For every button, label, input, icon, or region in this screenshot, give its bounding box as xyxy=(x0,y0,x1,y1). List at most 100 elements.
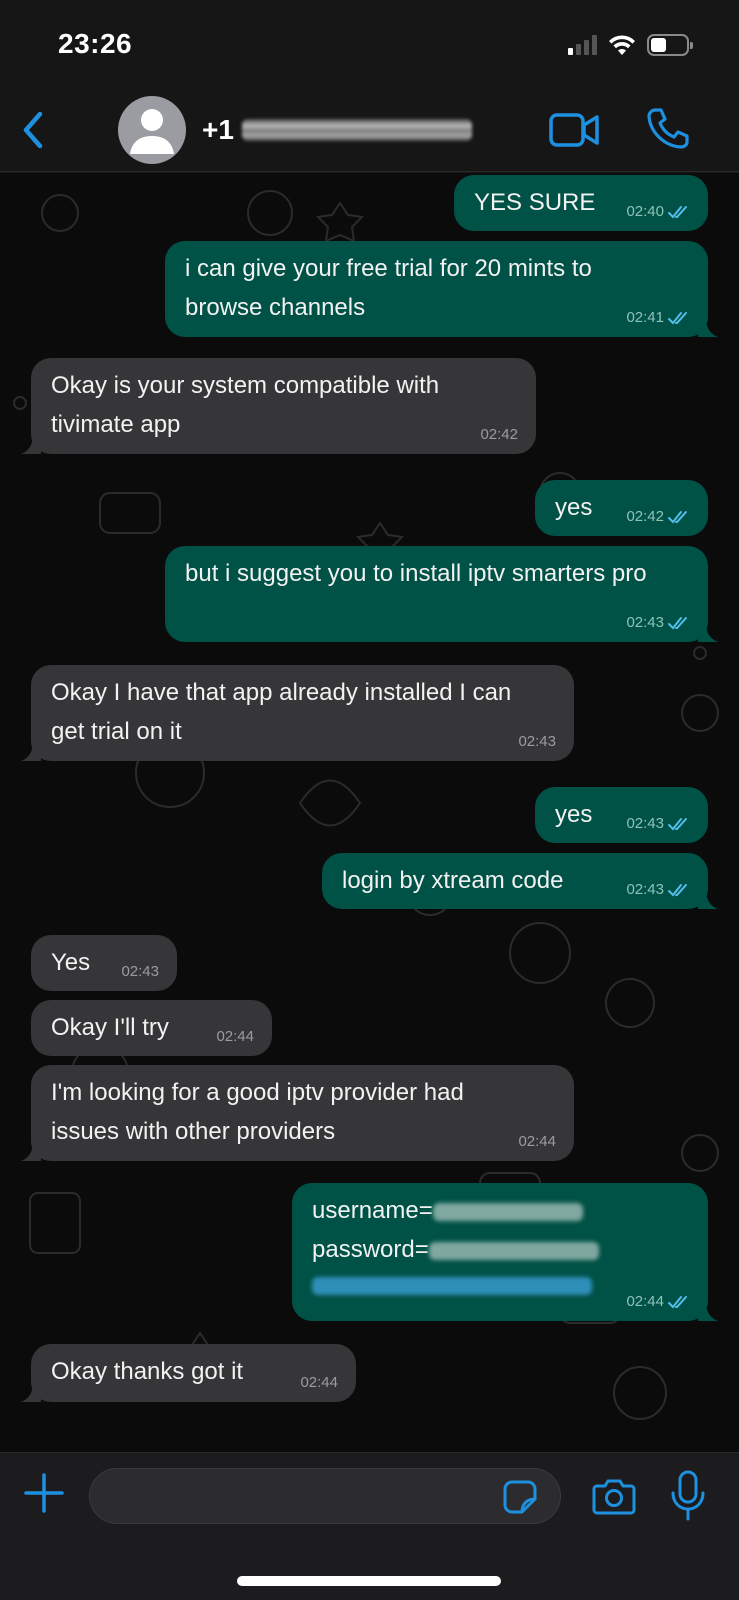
message-text: but i suggest you to install iptv smarte… xyxy=(185,560,647,587)
read-receipt-icon xyxy=(668,206,687,219)
message-meta: 02:43 xyxy=(626,881,690,899)
sticker-icon xyxy=(503,1480,537,1514)
message-text: Okay is your system compatible with tivi… xyxy=(51,372,440,438)
message-time: 02:43 xyxy=(626,881,664,898)
phone-icon xyxy=(647,108,689,149)
message-time: 02:40 xyxy=(626,203,664,220)
message-text: username= xyxy=(312,1197,433,1224)
microphone-icon xyxy=(671,1470,705,1521)
message-meta: 02:43 xyxy=(121,963,159,981)
message-bubble-outgoing[interactable]: yes 02:43 xyxy=(535,787,708,843)
message-meta: 02:44 xyxy=(626,1293,690,1311)
message-text: login by xtream code xyxy=(342,867,564,894)
bubble-tail xyxy=(21,434,41,454)
message-bubble-incoming[interactable]: Yes 02:43 xyxy=(31,935,177,991)
message-text: password= xyxy=(312,1236,429,1263)
message-time: 02:43 xyxy=(626,815,664,832)
signal-icon xyxy=(568,35,597,55)
camera-icon xyxy=(592,1479,636,1515)
message-meta: 02:44 xyxy=(300,1374,338,1392)
redacted-url xyxy=(312,1277,592,1295)
attach-button[interactable] xyxy=(22,1471,66,1515)
message-meta: 02:44 xyxy=(216,1028,254,1046)
message-bubble-incoming[interactable]: Okay thanks got it 02:44 xyxy=(21,1344,356,1402)
message-bubble-outgoing[interactable]: i can give your free trial for 20 mints … xyxy=(165,241,718,337)
status-bar: 23:26 xyxy=(0,0,739,92)
message-time: 02:44 xyxy=(518,1133,556,1150)
message-bubble-outgoing[interactable]: yes 02:42 xyxy=(535,480,708,536)
bubble-tail xyxy=(698,889,718,909)
chat-header: +1 xyxy=(0,92,739,172)
status-time: 23:26 xyxy=(58,28,133,59)
message-time: 02:44 xyxy=(300,1374,338,1391)
status-icons xyxy=(568,34,693,56)
message-time: 02:44 xyxy=(626,1293,664,1310)
message-text: yes xyxy=(555,494,593,521)
message-bubble-incoming[interactable]: Okay I have that app already installed I… xyxy=(21,665,574,761)
message-time: 02:43 xyxy=(626,614,664,631)
chevron-left-icon xyxy=(23,111,43,149)
sticker-button[interactable] xyxy=(502,1479,538,1515)
message-time: 02:42 xyxy=(626,508,664,525)
message-time: 02:43 xyxy=(121,963,159,980)
message-time: 02:41 xyxy=(626,309,664,326)
redacted-phone-number xyxy=(241,119,472,141)
video-call-button[interactable] xyxy=(548,110,602,150)
video-camera-icon xyxy=(549,113,599,147)
message-list[interactable]: YES SURE 02:40 i can give your free tria… xyxy=(0,173,739,1452)
message-time: 02:42 xyxy=(480,426,518,443)
message-text: YES SURE xyxy=(474,189,596,216)
message-bubble-outgoing[interactable]: login by xtream code 02:43 xyxy=(322,853,718,909)
message-text: I'm looking for a good iptv provider had… xyxy=(51,1079,464,1145)
message-bubble-incoming[interactable]: Okay is your system compatible with tivi… xyxy=(21,358,536,454)
message-bubble-outgoing[interactable]: but i suggest you to install iptv smarte… xyxy=(165,546,718,642)
message-text: yes xyxy=(555,801,593,828)
avatar[interactable] xyxy=(118,96,186,164)
message-text: Okay I'll try xyxy=(51,1014,169,1041)
home-indicator[interactable] xyxy=(237,1576,501,1586)
back-button[interactable] xyxy=(14,108,50,152)
battery-fill xyxy=(651,38,667,52)
battery-icon xyxy=(647,34,693,56)
message-bubble-outgoing[interactable]: username= password= 02:44 xyxy=(292,1183,718,1321)
message-text: Okay thanks got it xyxy=(51,1358,244,1385)
message-bubble-outgoing[interactable]: YES SURE 02:40 xyxy=(454,175,708,231)
read-receipt-icon xyxy=(668,818,687,831)
bubble-tail xyxy=(698,622,718,642)
message-time: 02:44 xyxy=(216,1028,254,1045)
read-receipt-icon xyxy=(668,1296,687,1309)
message-bubble-incoming[interactable]: Okay I'll try 02:44 xyxy=(31,1000,272,1056)
camera-button[interactable] xyxy=(591,1473,637,1519)
message-meta: 02:44 xyxy=(518,1133,556,1151)
voice-call-button[interactable] xyxy=(646,106,690,150)
voice-message-button[interactable] xyxy=(668,1469,708,1523)
message-bubble-incoming[interactable]: I'm looking for a good iptv provider had… xyxy=(21,1065,574,1161)
contact-name[interactable]: +1 xyxy=(202,114,472,146)
default-avatar-icon xyxy=(130,109,174,154)
redacted-password xyxy=(428,1241,599,1260)
wifi-icon xyxy=(609,35,635,55)
bubble-tail xyxy=(21,1382,41,1402)
message-meta: 02:41 xyxy=(626,309,690,327)
message-text: Okay I have that app already installed I… xyxy=(51,679,512,745)
message-meta: 02:43 xyxy=(518,733,556,751)
plus-icon xyxy=(24,1473,64,1513)
read-receipt-icon xyxy=(668,312,687,325)
message-text: Yes xyxy=(51,949,91,976)
message-meta: 02:43 xyxy=(626,815,690,833)
contact-prefix: +1 xyxy=(202,114,234,145)
credential-line-username: username= xyxy=(312,1191,688,1230)
message-text: i can give your free trial for 20 mints … xyxy=(185,255,592,321)
bubble-tail xyxy=(698,1301,718,1321)
read-receipt-icon xyxy=(668,884,687,897)
message-input[interactable] xyxy=(89,1468,561,1524)
message-meta: 02:43 xyxy=(626,614,690,632)
read-receipt-icon xyxy=(668,617,687,630)
bubble-tail xyxy=(21,1141,41,1161)
read-receipt-icon xyxy=(668,511,687,524)
message-meta: 02:40 xyxy=(626,203,690,221)
redacted-username xyxy=(432,1202,583,1221)
message-meta: 02:42 xyxy=(626,508,690,526)
bubble-tail xyxy=(21,741,41,761)
bubble-tail xyxy=(698,317,718,337)
